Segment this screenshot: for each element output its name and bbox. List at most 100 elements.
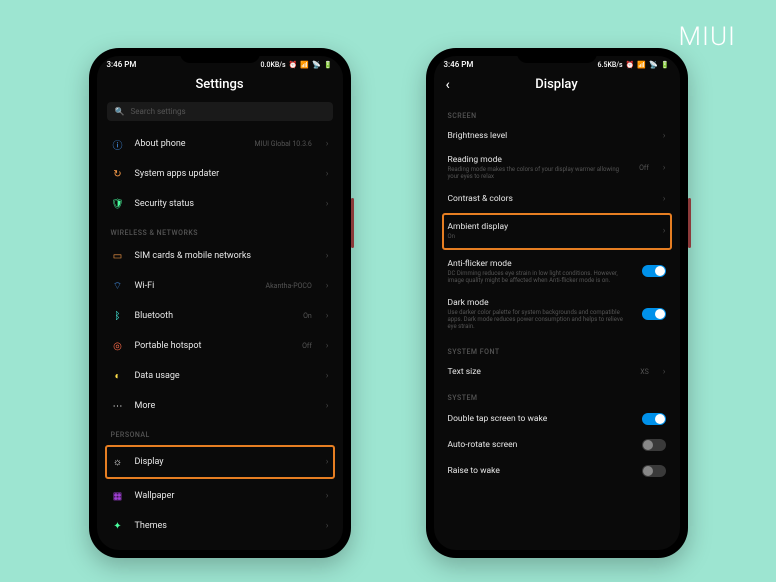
search-placeholder: Search settings [130, 107, 185, 116]
row-label: Brightness level [448, 131, 653, 141]
row-data-usage[interactable]: ◐ Data usage › [107, 361, 333, 391]
chevron-right-icon: › [326, 371, 329, 381]
row-security-status[interactable]: 🛡 Security status › [107, 189, 333, 219]
row-sublabel: Use darker color palette for system back… [448, 309, 632, 331]
phone-settings: 3:46 PM 0.0KB/s⏰📶📡🔋 Settings 🔍 Search set… [89, 48, 351, 558]
row-wallpaper[interactable]: ▦ Wallpaper › [107, 481, 333, 511]
wifi-icon: 📡 [649, 61, 658, 69]
row-label: Ambient display [448, 222, 653, 232]
chevron-right-icon: › [326, 311, 329, 321]
page-title: ‹ Display [434, 71, 680, 102]
row-label: SIM cards & mobile networks [135, 251, 316, 261]
toggle-dark-mode[interactable] [642, 308, 666, 320]
chevron-right-icon: › [326, 521, 329, 531]
row-label: Display [135, 457, 316, 467]
signal-icon: 📶 [300, 61, 309, 69]
section-system: SYSTEM [444, 384, 670, 406]
chevron-right-icon: › [326, 199, 329, 209]
row-double-tap[interactable]: Double tap screen to wake [444, 406, 670, 432]
row-label: Themes [135, 521, 316, 531]
row-sublabel: Reading mode makes the colors of your di… [448, 166, 630, 180]
section-screen: SCREEN [444, 102, 670, 124]
toggle-raise-wake[interactable] [642, 465, 666, 477]
row-ambient-display[interactable]: Ambient display On › [442, 213, 672, 249]
status-time: 3:46 PM [107, 60, 137, 69]
row-label: Double tap screen to wake [448, 414, 632, 424]
data-icon: ◐ [111, 369, 125, 383]
row-sim-cards[interactable]: ▭ SIM cards & mobile networks › [107, 241, 333, 271]
row-label: About phone [135, 139, 245, 149]
row-label: Dark mode [448, 298, 632, 308]
row-sublabel: On [448, 233, 653, 240]
row-bluetooth[interactable]: ᛒ Bluetooth On › [107, 301, 333, 331]
info-icon: ⓘ [111, 137, 125, 151]
row-label: More [135, 401, 316, 411]
display-icon: ☼ [111, 455, 125, 469]
row-label: Reading mode [448, 155, 630, 165]
row-system-updater[interactable]: ↻ System apps updater › [107, 159, 333, 189]
section-personal: PERSONAL [107, 421, 333, 443]
statusbar: 3:46 PM 0.0KB/s⏰📶📡🔋 [97, 56, 343, 71]
row-label: Bluetooth [135, 311, 294, 321]
chevron-right-icon: › [326, 281, 329, 291]
toggle-auto-rotate[interactable] [642, 439, 666, 451]
row-value: Akantha-POCO [266, 282, 312, 290]
back-button[interactable]: ‹ [446, 77, 450, 93]
display-list[interactable]: SCREEN Brightness level › Reading mode R… [434, 102, 680, 550]
row-sublabel: DC Dimming reduces eye strain in low lig… [448, 270, 632, 284]
row-dark-mode[interactable]: Dark mode Use darker color palette for s… [444, 291, 670, 338]
screen-display: 3:46 PM 6.5KB/s⏰📶📡🔋 ‹ Display SCREEN Bri… [434, 56, 680, 550]
row-text-size[interactable]: Text size XS › [444, 360, 670, 384]
settings-list[interactable]: ⓘ About phone MIUI Global 10.3.6 › ↻ Sys… [97, 129, 343, 550]
search-icon: 🔍 [115, 107, 125, 116]
wifi-icon: 📡 [312, 61, 321, 69]
chevron-right-icon: › [326, 341, 329, 351]
row-hotspot[interactable]: ◎ Portable hotspot Off › [107, 331, 333, 361]
row-label: Raise to wake [448, 466, 632, 476]
status-icons: 0.0KB/s⏰📶📡🔋 [261, 61, 333, 69]
row-label: Data usage [135, 371, 316, 381]
bluetooth-icon: ᛒ [111, 309, 125, 323]
row-raise-wake[interactable]: Raise to wake [444, 458, 670, 484]
more-icon: ⋯ [111, 399, 125, 413]
battery-icon: 🔋 [324, 61, 333, 69]
chevron-right-icon: › [663, 367, 666, 377]
battery-icon: 🔋 [661, 61, 670, 69]
wifi-icon: ⌔ [111, 279, 125, 293]
row-value: On [303, 312, 312, 320]
row-label: Security status [135, 199, 316, 209]
shield-icon: 🛡 [111, 197, 125, 211]
toggle-antiflicker[interactable] [642, 265, 666, 277]
row-value: Off [302, 342, 312, 350]
chevron-right-icon: › [326, 401, 329, 411]
chevron-right-icon: › [326, 491, 329, 501]
themes-icon: ✦ [111, 519, 125, 533]
chevron-right-icon: › [326, 169, 329, 179]
row-label: Contrast & colors [448, 194, 653, 204]
chevron-right-icon: › [663, 226, 666, 236]
search-input[interactable]: 🔍 Search settings [107, 102, 333, 121]
row-display[interactable]: ☼ Display › [105, 445, 335, 479]
row-label: Text size [448, 367, 631, 377]
row-more[interactable]: ⋯ More › [107, 391, 333, 421]
row-themes[interactable]: ✦ Themes › [107, 511, 333, 541]
row-contrast[interactable]: Contrast & colors › [444, 187, 670, 211]
chevron-right-icon: › [663, 194, 666, 204]
row-about-phone[interactable]: ⓘ About phone MIUI Global 10.3.6 › [107, 129, 333, 159]
toggle-double-tap[interactable] [642, 413, 666, 425]
section-wireless: WIRELESS & NETWORKS [107, 219, 333, 241]
row-label: Auto-rotate screen [448, 440, 632, 450]
chevron-right-icon: › [326, 139, 329, 149]
wallpaper-icon: ▦ [111, 489, 125, 503]
row-reading-mode[interactable]: Reading mode Reading mode makes the colo… [444, 148, 670, 187]
row-brightness[interactable]: Brightness level › [444, 124, 670, 148]
row-antiflicker[interactable]: Anti-flicker mode DC Dimming reduces eye… [444, 252, 670, 291]
row-label: System apps updater [135, 169, 316, 179]
brand-label: MIUI [679, 22, 736, 52]
alarm-icon: ⏰ [626, 61, 635, 69]
row-auto-rotate[interactable]: Auto-rotate screen [444, 432, 670, 458]
row-wifi[interactable]: ⌔ Wi-Fi Akantha-POCO › [107, 271, 333, 301]
page-title: Settings [97, 71, 343, 102]
row-label: Wallpaper [135, 491, 316, 501]
phone-display: 3:46 PM 6.5KB/s⏰📶📡🔋 ‹ Display SCREEN Bri… [426, 48, 688, 558]
